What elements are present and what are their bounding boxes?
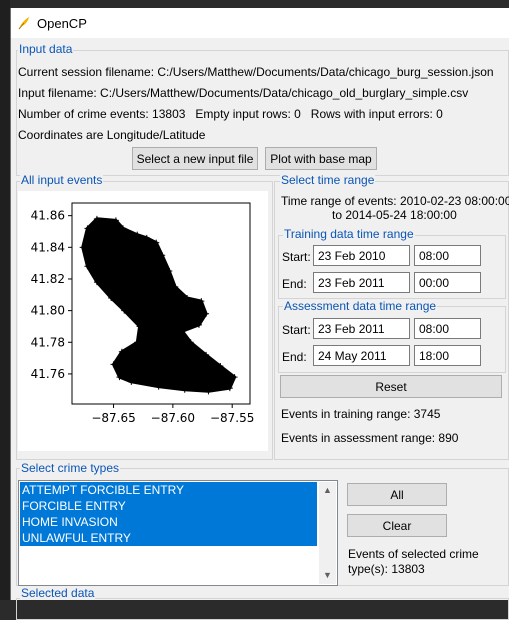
x-tick-label: −87.60	[151, 411, 195, 425]
y-tick-label: 41.84	[31, 240, 65, 254]
y-tick-label: 41.86	[31, 209, 65, 223]
list-item[interactable]: ATTEMPT FORCIBLE ENTRY	[20, 482, 317, 498]
background-desktop	[0, 0, 10, 600]
scatter-plot: −87.65 −87.60 −87.55 41.76 41.78 41.80 41.82 4…	[31, 202, 254, 425]
scroll-down-icon[interactable]: ▼	[319, 567, 336, 584]
list-item[interactable]: HOME INVASION	[20, 514, 317, 530]
list-item[interactable]: UNLAWFUL ENTRY	[20, 530, 317, 546]
assessment-start-date-field[interactable]	[313, 318, 410, 339]
crime-events-cluster	[81, 217, 237, 393]
x-tick-label: −87.65	[91, 411, 135, 425]
crime-types-group-title: Select crime types	[20, 461, 121, 475]
y-tick-label: 41.80	[31, 304, 65, 318]
select-input-file-button[interactable]: Select a new input file	[132, 147, 258, 170]
y-tick-label: 41.78	[31, 335, 65, 349]
training-start-date-field[interactable]	[313, 245, 410, 266]
y-tick-label: 41.76	[31, 367, 65, 381]
event-counts-text: Number of crime events: 13803 Empty inpu…	[18, 107, 443, 121]
x-tick-label: −87.55	[210, 411, 254, 425]
opencp-window: OpenCP Input data Current session filena…	[10, 8, 509, 620]
training-end-time-field[interactable]	[414, 272, 481, 293]
selected-count-line1: Events of selected crime	[348, 547, 479, 561]
selected-data-group-frame	[16, 598, 509, 620]
training-end-label: End:	[282, 277, 307, 291]
training-start-time-field[interactable]	[414, 245, 481, 266]
input-data-group-title: Input data	[18, 42, 74, 56]
all-events-group-title: All input events	[20, 173, 104, 187]
coordinates-text: Coordinates are Longitude/Latitude	[18, 128, 206, 142]
time-range-group-title: Select time range	[280, 173, 376, 187]
assessment-end-date-field[interactable]	[313, 345, 410, 366]
selected-data-group-title: Selected data	[20, 586, 96, 600]
session-filename-text: Current session filename: C:/Users/Matth…	[18, 65, 494, 79]
training-count-text: Events in training range: 3745	[281, 407, 441, 421]
scroll-up-icon[interactable]: ▲	[319, 482, 336, 499]
assessment-end-time-field[interactable]	[414, 345, 481, 366]
scatter-plot-canvas: −87.65 −87.60 −87.55 41.76 41.78 41.80 41.82 4…	[18, 191, 268, 451]
feather-icon	[18, 17, 29, 30]
plot-base-map-button[interactable]: Plot with base map	[265, 147, 377, 170]
crime-types-listbox[interactable]: ATTEMPT FORCIBLE ENTRY FORCIBLE ENTRY HO…	[18, 480, 338, 586]
clear-button[interactable]: Clear	[347, 514, 447, 537]
selected-count-line2: type(s): 13803	[348, 562, 425, 576]
window-title: OpenCP	[37, 16, 87, 31]
assessment-end-label: End:	[282, 350, 307, 364]
training-end-date-field[interactable]	[313, 272, 410, 293]
assessment-start-label: Start:	[282, 323, 311, 337]
training-group-title: Training data time range	[283, 227, 415, 241]
listbox-scrollbar[interactable]: ▲ ▼	[319, 482, 336, 584]
reset-button[interactable]: Reset	[280, 375, 502, 398]
time-range-line2: to 2014-05-24 18:00:00	[332, 208, 457, 222]
assessment-count-text: Events in assessment range: 890	[281, 431, 459, 445]
title-bar: OpenCP	[11, 8, 509, 38]
assessment-group-title: Assessment data time range	[283, 299, 438, 313]
select-all-button[interactable]: All	[347, 483, 447, 506]
time-range-line1: Time range of events: 2010-02-23 08:00:0…	[281, 194, 509, 208]
y-tick-label: 41.82	[31, 272, 65, 286]
assessment-start-time-field[interactable]	[414, 318, 481, 339]
input-filename-text: Input filename: C:/Users/Matthew/Documen…	[18, 86, 469, 100]
list-item[interactable]: FORCIBLE ENTRY	[20, 498, 317, 514]
training-start-label: Start:	[282, 250, 311, 264]
